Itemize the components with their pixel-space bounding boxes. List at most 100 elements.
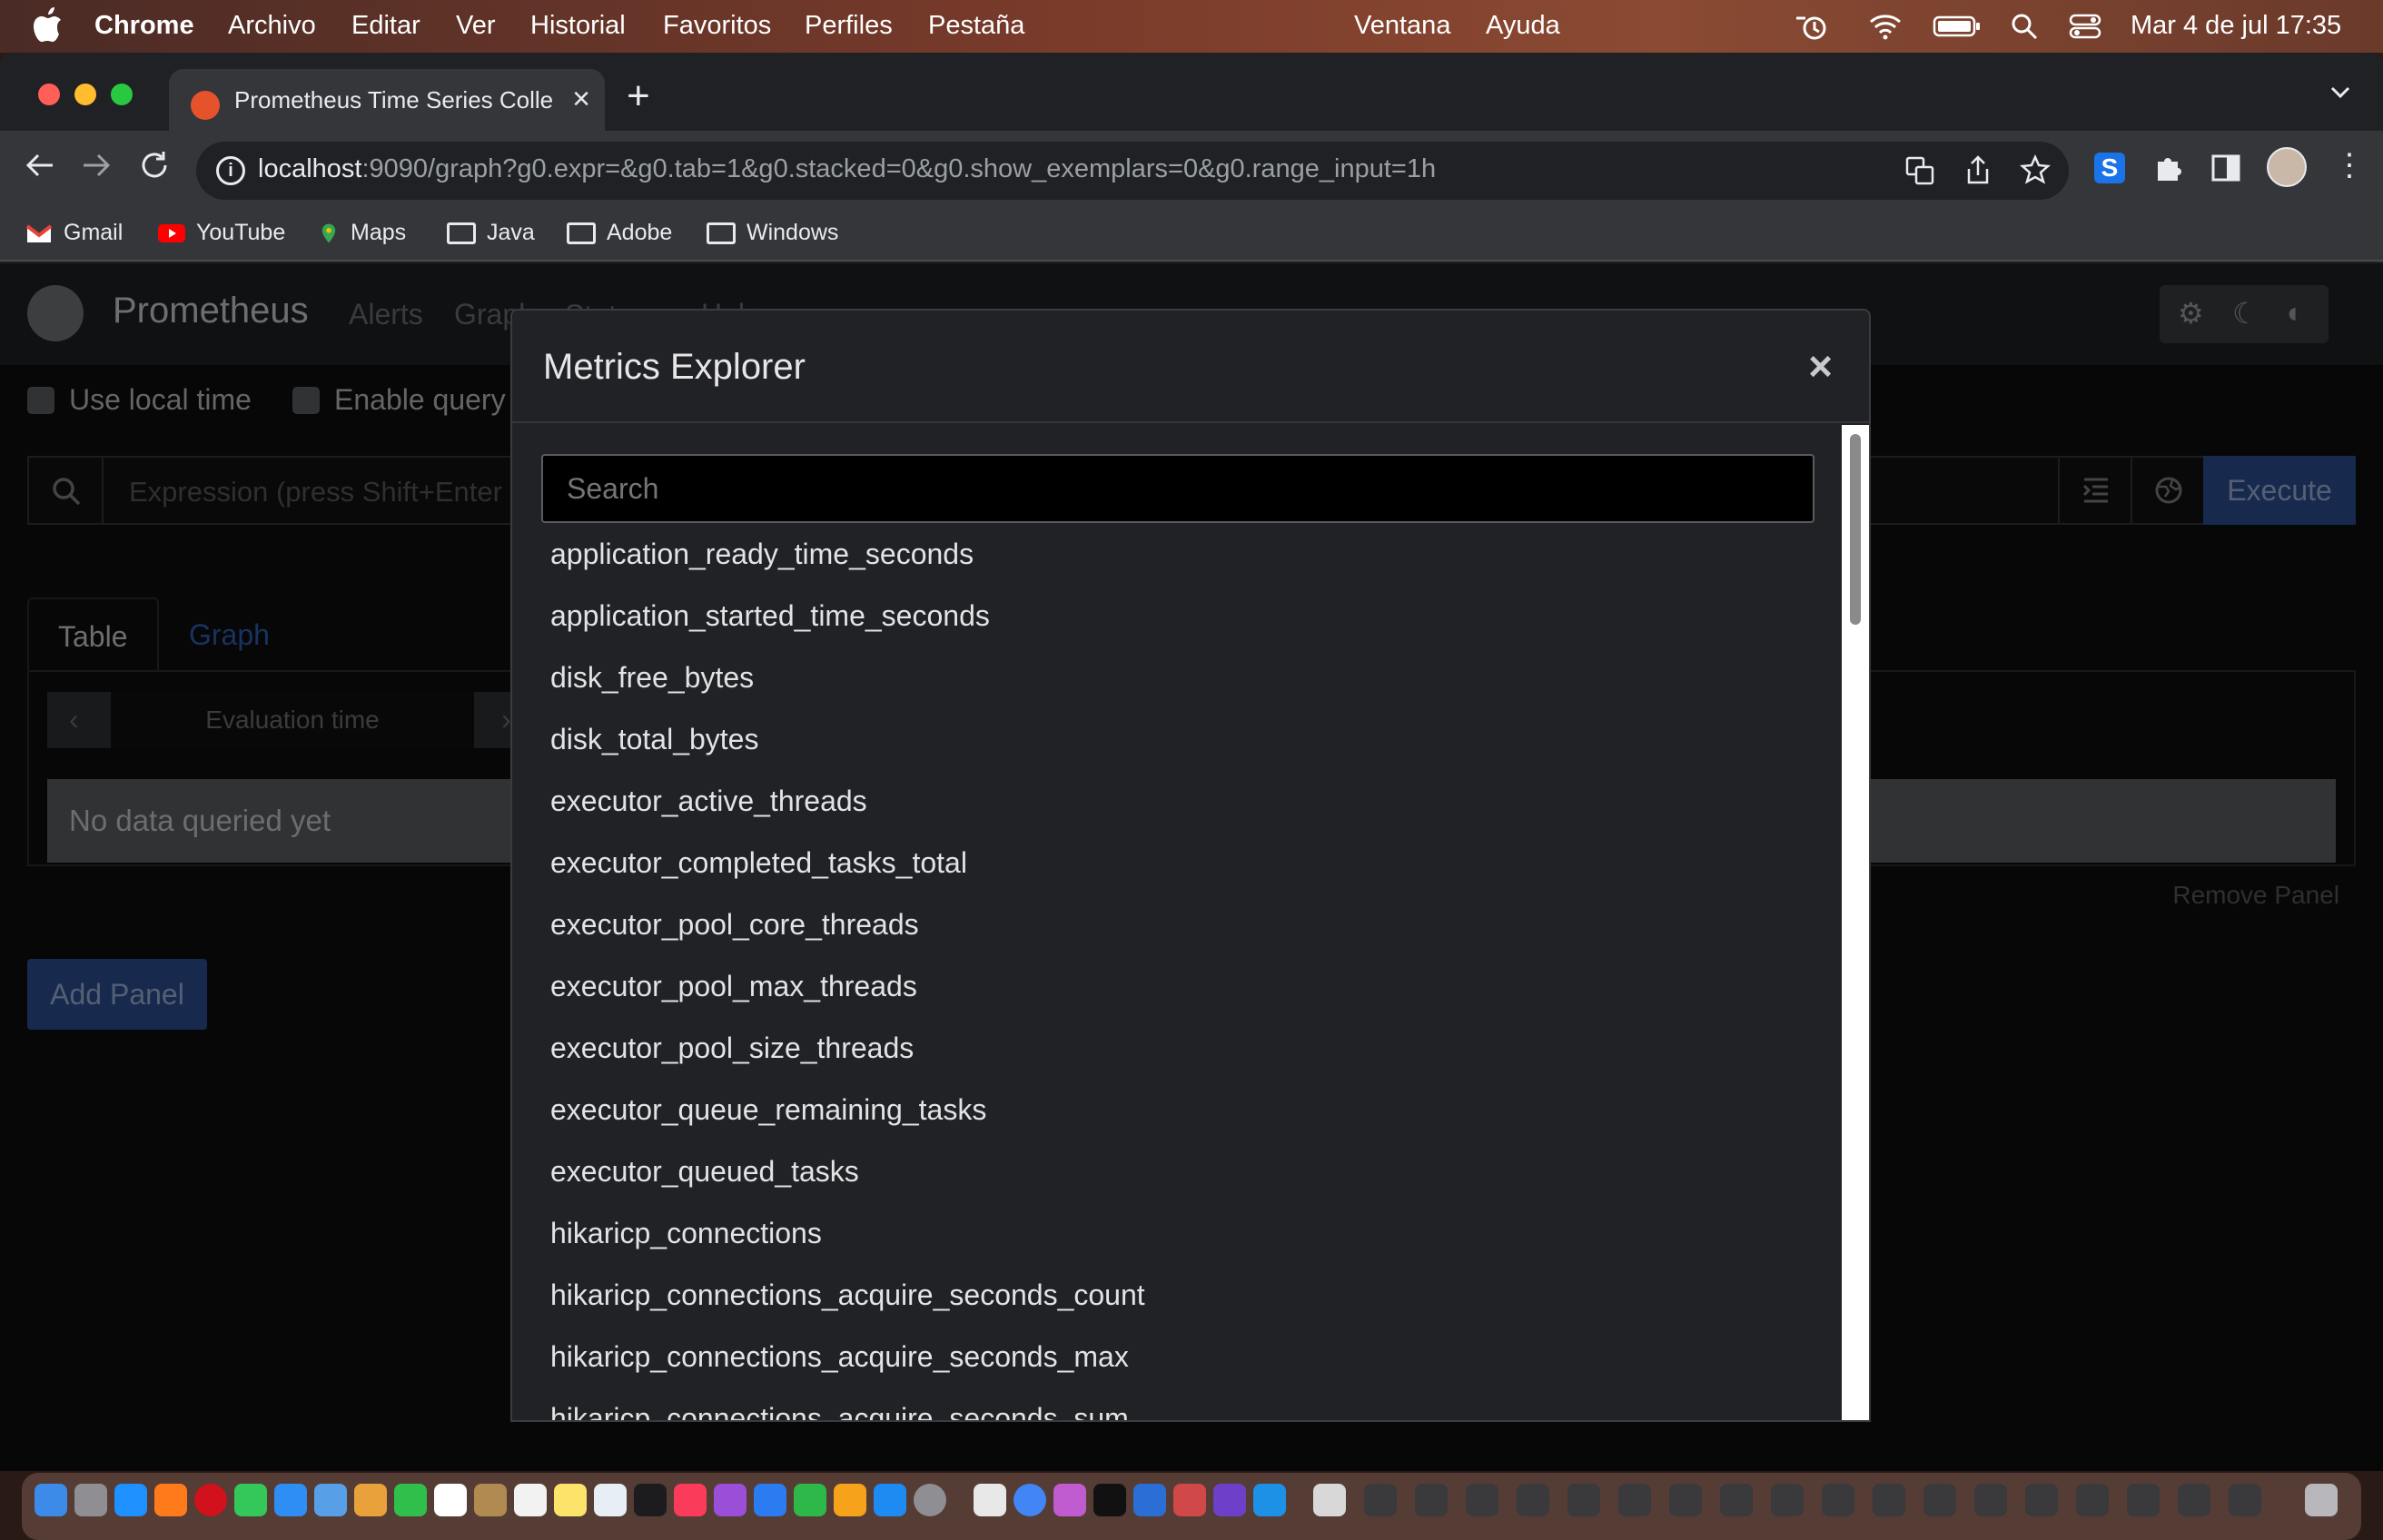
menubar-clock[interactable]: Mar 4 de jul 17:35 [2131,11,2341,41]
eclipse-icon[interactable] [1053,1484,1086,1516]
minimized-window-icon[interactable] [2127,1484,2160,1516]
minimized-window-icon[interactable] [1567,1484,1600,1516]
metric-item[interactable]: executor_pool_size_threads [550,1017,1804,1079]
browser-tab-prometheus[interactable]: Prometheus Time Series Collec × [169,69,605,131]
side-panel-icon[interactable] [2210,153,2241,183]
apple-logo-icon[interactable] [33,7,64,44]
bookmark-folder-windows[interactable]: Windows [707,220,838,246]
metric-item[interactable]: executor_completed_tasks_total [550,832,1804,893]
zoom-window-button[interactable] [111,84,133,105]
menu-app-chrome[interactable]: Chrome [94,11,194,41]
bookmark-folder-adobe[interactable]: Adobe [567,220,672,246]
numbers-icon[interactable] [794,1484,826,1516]
reminders-icon[interactable] [514,1484,547,1516]
menu-perfiles[interactable]: Perfiles [805,11,893,41]
finder-icon[interactable] [35,1484,67,1516]
minimized-window-icon[interactable] [1517,1484,1549,1516]
tab-search-chevron-icon[interactable] [2329,80,2352,104]
bookmark-star-icon[interactable] [2020,154,2051,185]
metric-item[interactable]: disk_total_bytes [550,708,1804,770]
firefox-icon[interactable] [154,1484,187,1516]
github-desktop-icon[interactable] [1213,1484,1246,1516]
menu-ventana[interactable]: Ventana [1354,11,1450,41]
metric-item[interactable]: executor_pool_core_threads [550,893,1804,955]
pages-icon[interactable] [834,1484,866,1516]
menu-ver[interactable]: Ver [456,11,496,41]
spotlight-search-icon[interactable] [2011,13,2038,40]
profile-avatar[interactable] [2267,147,2307,187]
minimized-window-icon[interactable] [1771,1484,1804,1516]
textedit-icon[interactable] [974,1484,1006,1516]
outlook-icon[interactable] [1133,1484,1166,1516]
music-icon[interactable] [674,1484,707,1516]
app-store-icon[interactable] [874,1484,906,1516]
share-icon[interactable] [1963,154,1992,185]
trash-icon[interactable] [2305,1484,2338,1516]
metric-item[interactable]: executor_queued_tasks [550,1140,1804,1202]
battery-icon[interactable] [1933,13,1982,40]
launchpad-icon[interactable] [74,1484,107,1516]
messages-icon[interactable] [234,1484,267,1516]
time-machine-icon[interactable] [1793,13,1831,40]
minimized-window-icon[interactable] [2178,1484,2210,1516]
podcasts-icon[interactable] [714,1484,747,1516]
terminal-icon[interactable] [1093,1484,1126,1516]
bookmark-youtube[interactable]: YouTube [158,220,285,246]
bookmark-gmail[interactable]: Gmail [25,220,123,246]
minimized-window-icon[interactable] [1618,1484,1651,1516]
site-info-icon[interactable]: i [216,156,245,185]
metric-item[interactable]: hikaricp_connections_acquire_seconds_max [550,1326,1804,1387]
metric-item[interactable]: hikaricp_connections_acquire_seconds_cou… [550,1264,1804,1326]
minimized-window-icon[interactable] [1364,1484,1397,1516]
extension-s-icon[interactable]: S [2094,153,2125,183]
minimize-window-button[interactable] [74,84,96,105]
calendar-app-icon[interactable] [1173,1484,1206,1516]
bookmark-maps[interactable]: Maps [318,220,406,246]
menu-editar[interactable]: Editar [351,11,420,41]
minimized-window-icon[interactable] [1923,1484,1956,1516]
system-settings-icon[interactable] [914,1484,946,1516]
modal-scrollbar[interactable] [1842,425,1869,1420]
close-modal-icon[interactable]: × [1808,341,1833,390]
minimized-window-icon[interactable] [1466,1484,1498,1516]
extensions-puzzle-icon[interactable] [2152,153,2183,183]
mail-icon[interactable] [274,1484,307,1516]
translate-icon[interactable] [1905,156,1934,185]
minimized-window-icon[interactable] [1974,1484,2007,1516]
contacts-icon[interactable] [474,1484,507,1516]
notes-icon[interactable] [554,1484,587,1516]
calendar-icon[interactable] [434,1484,467,1516]
minimized-window-icon[interactable] [1415,1484,1448,1516]
metric-item[interactable]: application_ready_time_seconds [550,523,1804,585]
menu-ayuda[interactable]: Ayuda [1486,11,1560,41]
metric-item[interactable]: executor_pool_max_threads [550,955,1804,1017]
minimized-window-icon[interactable] [2025,1484,2058,1516]
maps-icon[interactable] [314,1484,347,1516]
opera-icon[interactable] [194,1484,227,1516]
menu-favoritos[interactable]: Favoritos [663,11,771,41]
metrics-search-input[interactable] [541,454,1814,523]
freeform-icon[interactable] [594,1484,627,1516]
menu-historial[interactable]: Historial [530,11,626,41]
close-tab-icon[interactable]: × [572,82,590,117]
reload-icon[interactable] [138,149,171,182]
minimized-window-icon[interactable] [1873,1484,1905,1516]
wifi-icon[interactable] [1869,13,1902,40]
bookmark-folder-java[interactable]: Java [447,220,535,246]
minimized-window-icon[interactable] [1822,1484,1854,1516]
address-bar[interactable]: i localhost:9090/graph?g0.expr=&g0.tab=1… [196,142,2069,200]
document-icon[interactable] [1313,1484,1346,1516]
minimized-window-icon[interactable] [2076,1484,2109,1516]
metric-item[interactable]: disk_free_bytes [550,647,1804,708]
chrome-menu-icon[interactable]: ⋮ [2334,147,2365,183]
minimized-window-icon[interactable] [2229,1484,2261,1516]
metric-item[interactable]: application_started_time_seconds [550,585,1804,647]
forward-arrow-icon[interactable] [80,149,113,182]
close-window-button[interactable] [38,84,60,105]
facetime-icon[interactable] [394,1484,427,1516]
docker-icon[interactable] [1253,1484,1286,1516]
minimized-window-icon[interactable] [1669,1484,1702,1516]
apple-tv-icon[interactable] [634,1484,667,1516]
control-center-icon[interactable] [2069,13,2101,40]
metric-item[interactable]: executor_queue_remaining_tasks [550,1079,1804,1140]
